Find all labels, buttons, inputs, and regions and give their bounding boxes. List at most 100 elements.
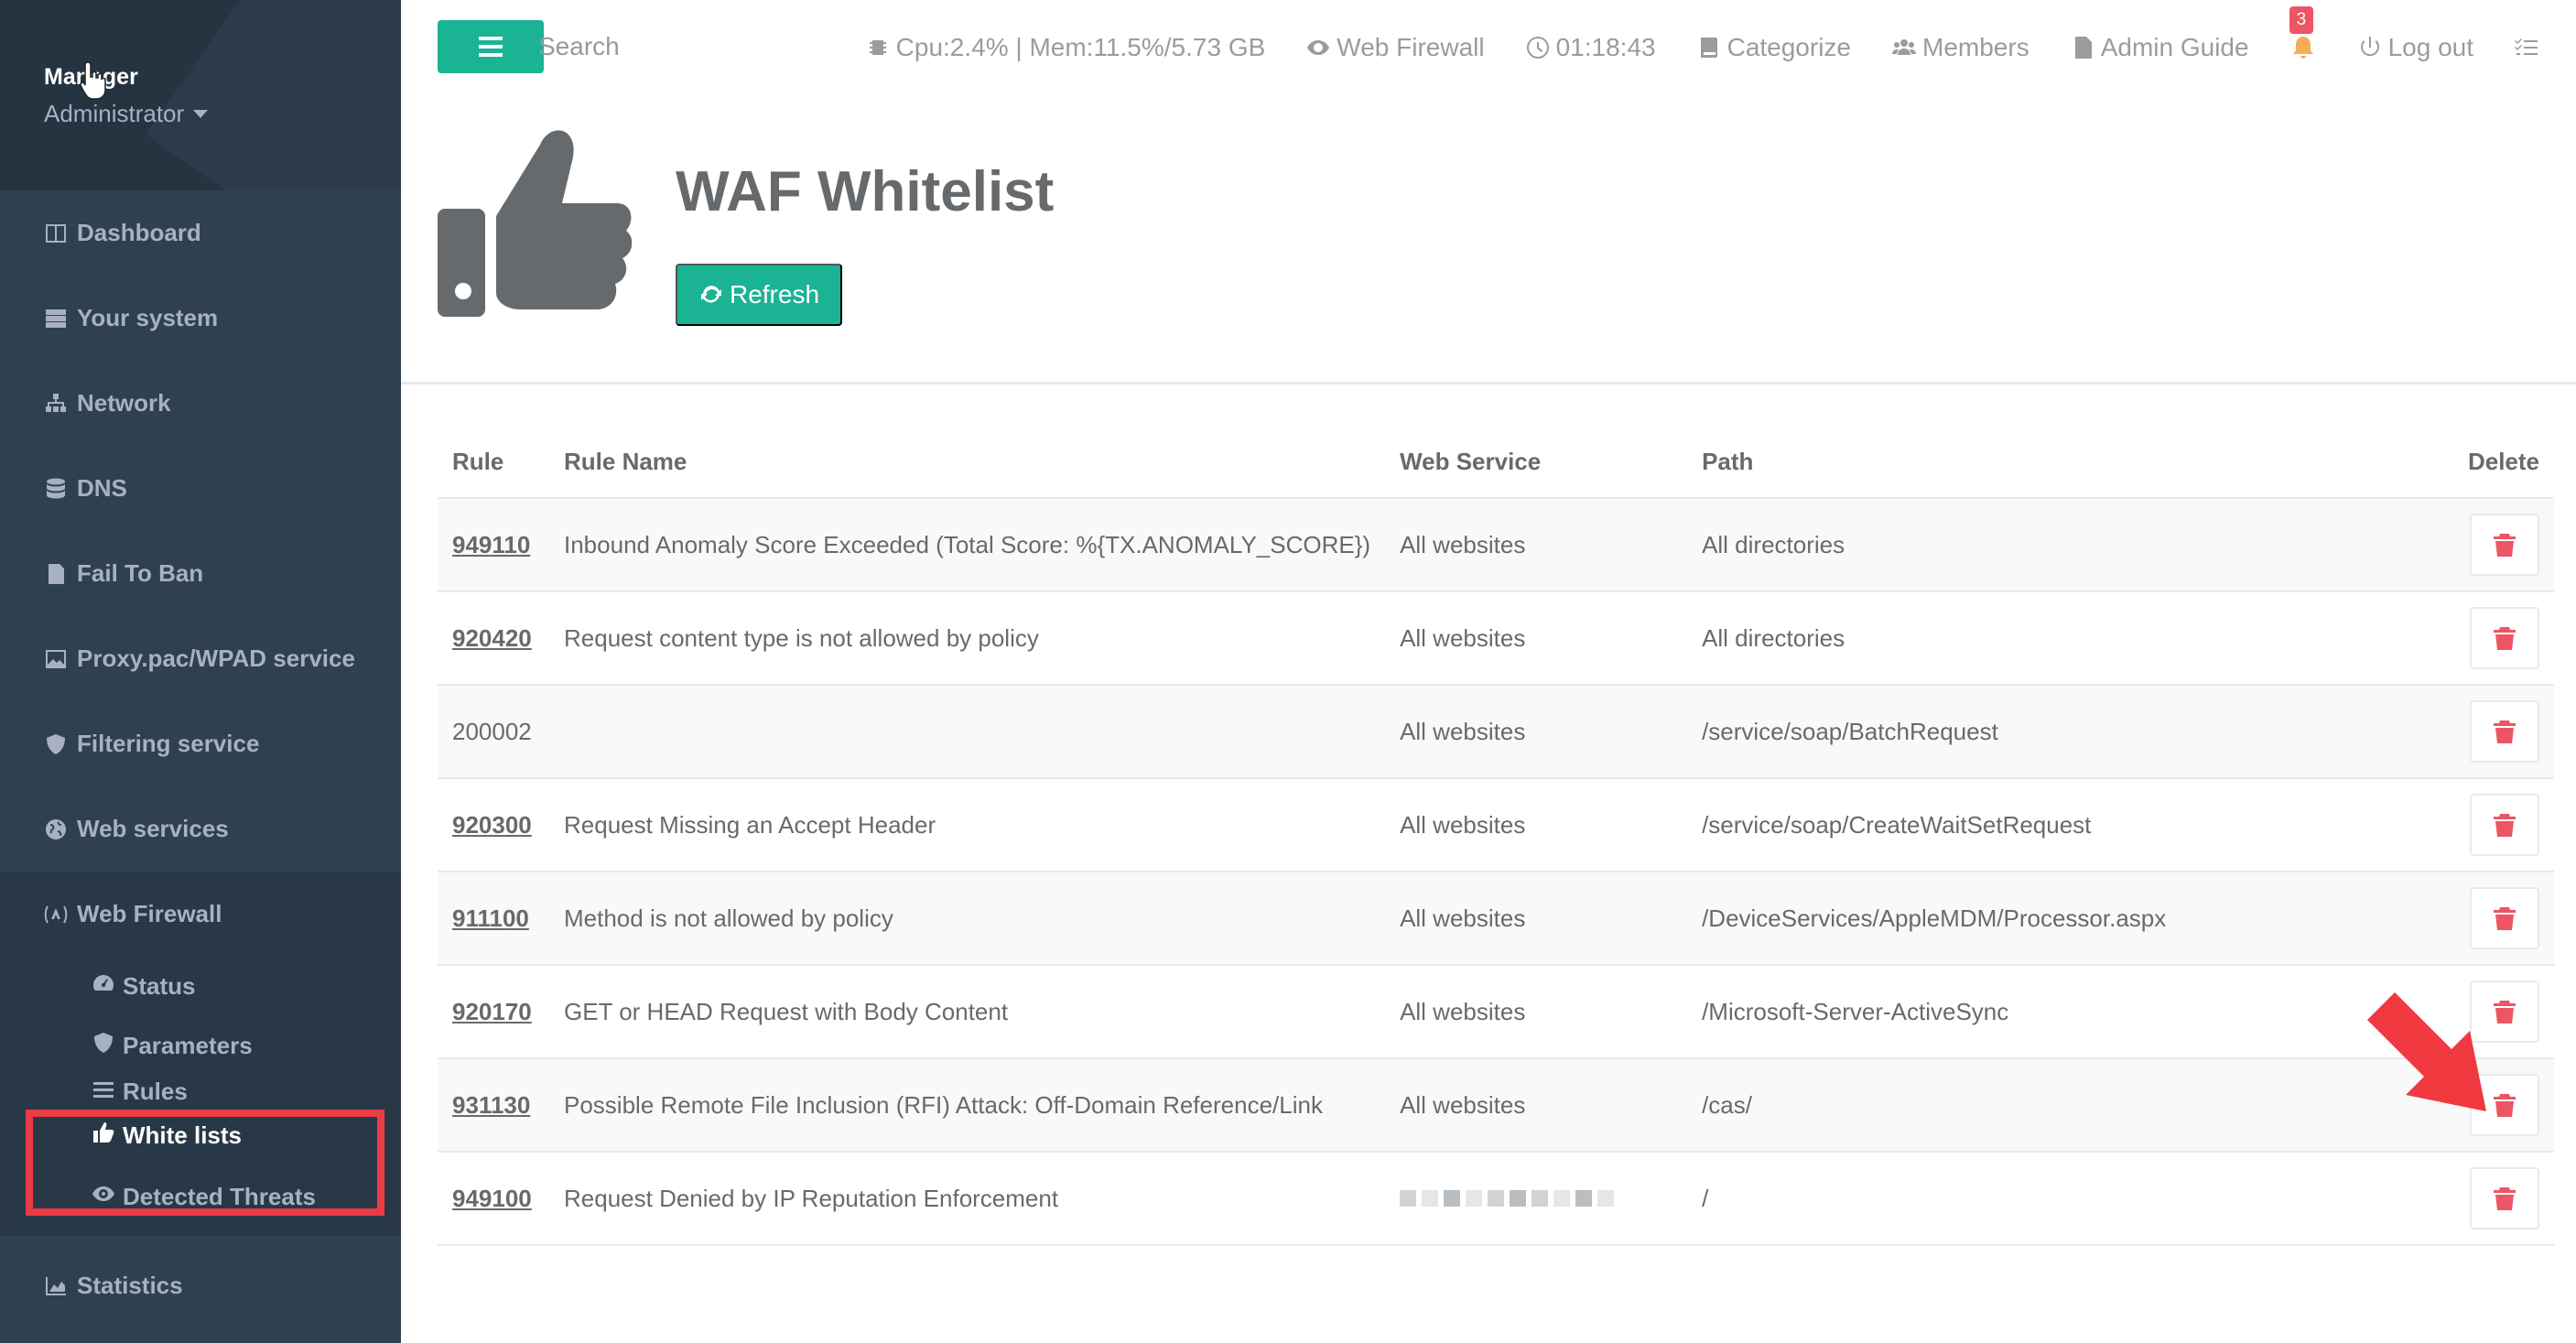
sidebar-item-filtering-service[interactable]: Filtering service [0,701,401,786]
trash-icon [2494,814,2516,837]
table-row: 920300 Request Missing an Accept Header … [438,778,2554,872]
bell-icon [2292,37,2313,59]
sidebar-subitem-status[interactable]: Status [0,957,401,1016]
categorize-link[interactable]: Categorize [1696,33,1851,62]
sidebar-item-network[interactable]: Network [0,361,401,446]
sidebar-item-label: Statistics [77,1272,183,1299]
users-icon [1892,39,1916,55]
delete-button[interactable] [2470,514,2539,576]
table-row: 949110 Inbound Anomaly Score Exceeded (T… [438,498,2554,592]
sidebar-item-web-services[interactable]: Web services [0,786,401,872]
sidebar-toggle-button[interactable] [438,20,544,73]
whitelist-table-container: Rule Rule Name Web Service Path Delete 9… [438,427,2554,1246]
table-row: 920420 Request content type is not allow… [438,591,2554,686]
rule-id-link[interactable]: 920300 [452,811,532,839]
area-chart-icon [42,1274,70,1298]
column-header-delete: Delete [2407,427,2554,499]
sidebar-item-label: Proxy.pac/WPAD service [77,644,355,672]
top-links: Cpu:2.4% | Mem:11.5%/5.73 GB Web Firewal… [865,0,2539,95]
delete-button[interactable] [2470,700,2539,763]
column-header-rule-name: Rule Name [549,427,1386,499]
web-service-cell: All websites [1385,1058,1688,1153]
eye-icon [1307,40,1330,55]
sidebar-item-dashboard[interactable]: Dashboard [0,190,401,276]
sidebar-item-dns[interactable]: DNS [0,446,401,531]
path-cell: /DeviceServices/AppleMDM/Processor.aspx [1687,872,2408,966]
table-header-row: Rule Rule Name Web Service Path Delete [438,427,2554,499]
hand-cursor-icon [80,61,106,100]
web-service-cell: All websites [1385,591,1688,686]
rule-id-link[interactable]: 949100 [452,1185,532,1212]
table-row: 949100 Request Denied by IP Reputation E… [438,1152,2554,1246]
annotation-arrow-icon [2367,992,2486,1111]
web-firewall-label: Web Firewall [1337,33,1485,61]
path-cell: / [1687,1152,2408,1246]
file-icon [42,562,70,586]
power-icon [2360,37,2379,57]
rule-id-link[interactable]: 911100 [452,904,529,932]
sitemap-icon [42,392,70,416]
sidebar-subitem-label: Rules [123,1078,188,1103]
sidebar-item-proxy-pac[interactable]: Proxy.pac/WPAD service [0,616,401,701]
column-header-path: Path [1687,427,2408,499]
logout-link[interactable]: Log out [2357,33,2473,62]
path-cell: All directories [1687,498,2408,592]
admin-guide-label: Admin Guide [2100,33,2249,61]
members-label: Members [1922,33,2029,61]
sidebar-item-web-firewall[interactable]: Web Firewall [0,872,401,957]
rule-name-cell: Inbound Anomaly Score Exceeded (Total Sc… [549,498,1386,592]
image-icon [42,647,70,671]
table-row: 911100 Method is not allowed by policy A… [438,872,2554,966]
shield-icon [42,732,70,756]
sidebar-item-label: Network [77,389,171,417]
search-input[interactable] [538,24,813,70]
sidebar-item-fail-to-ban[interactable]: Fail To Ban [0,531,401,616]
refresh-button[interactable]: Refresh [676,264,842,326]
sidebar-subitem-label: Status [123,972,196,1000]
notifications-badge: 3 [2289,6,2314,34]
web-service-cell: All websites [1385,872,1688,966]
sidebar-item-label: Fail To Ban [77,559,204,587]
notifications-button[interactable]: 3 [2289,6,2317,61]
path-cell: /cas/ [1687,1058,2408,1153]
rule-id-link[interactable]: 920170 [452,998,532,1025]
sidebar-item-statistics[interactable]: Statistics [0,1243,401,1328]
column-header-web-service: Web Service [1385,427,1688,499]
annotation-highlight-box [26,1110,384,1216]
rule-name-cell: Method is not allowed by policy [549,872,1386,966]
web-firewall-link[interactable]: Web Firewall [1305,33,1485,62]
rule-name-cell: Request Denied by IP Reputation Enforcem… [549,1152,1386,1246]
admin-guide-link[interactable]: Admin Guide [2070,33,2249,62]
rule-name-cell: Possible Remote File Inclusion (RFI) Att… [549,1058,1386,1153]
web-service-cell: All websites [1385,965,1688,1059]
clock-display: 01:18:43 [1525,33,1656,62]
chip-icon [869,40,886,55]
rule-id-link[interactable]: 949110 [452,531,530,558]
sidebar-item-your-system[interactable]: Your system [0,276,401,361]
path-cell: /service/soap/BatchRequest [1687,685,2408,779]
page-header: WAF Whitelist Refresh [401,95,2576,384]
profile-role-dropdown[interactable]: Administrator [44,100,401,128]
delete-button[interactable] [2470,794,2539,856]
top-navbar: Cpu:2.4% | Mem:11.5%/5.73 GB Web Firewal… [401,0,2576,95]
delete-button[interactable] [2470,1167,2539,1229]
delete-button[interactable] [2470,607,2539,669]
trash-icon [2494,1001,2516,1023]
path-cell: All directories [1687,591,2408,686]
path-cell: /service/soap/CreateWaitSetRequest [1687,778,2408,872]
rule-name-cell: Request Missing an Accept Header [549,778,1386,872]
sidebar-subitem-parameters[interactable]: Parameters [0,1016,401,1076]
logout-label: Log out [2387,33,2473,61]
delete-button[interactable] [2470,887,2539,949]
cpu-mem-indicator: Cpu:2.4% | Mem:11.5%/5.73 GB [865,33,1265,62]
table-row: 931130 Possible Remote File Inclusion (R… [438,1058,2554,1153]
gauge-icon [92,971,115,1002]
sidebar-item-label: Web Firewall [77,900,222,927]
members-link[interactable]: Members [1891,33,2029,62]
rule-name-cell: Request content type is not allowed by p… [549,591,1386,686]
sidebar-subitem-rules[interactable]: Rules [0,1076,401,1103]
rule-id-link[interactable]: 931130 [452,1091,530,1119]
rule-id-link[interactable]: 920420 [452,624,532,652]
task-list-button[interactable] [2514,35,2539,60]
profile-panel: Manager Administrator [0,0,401,190]
